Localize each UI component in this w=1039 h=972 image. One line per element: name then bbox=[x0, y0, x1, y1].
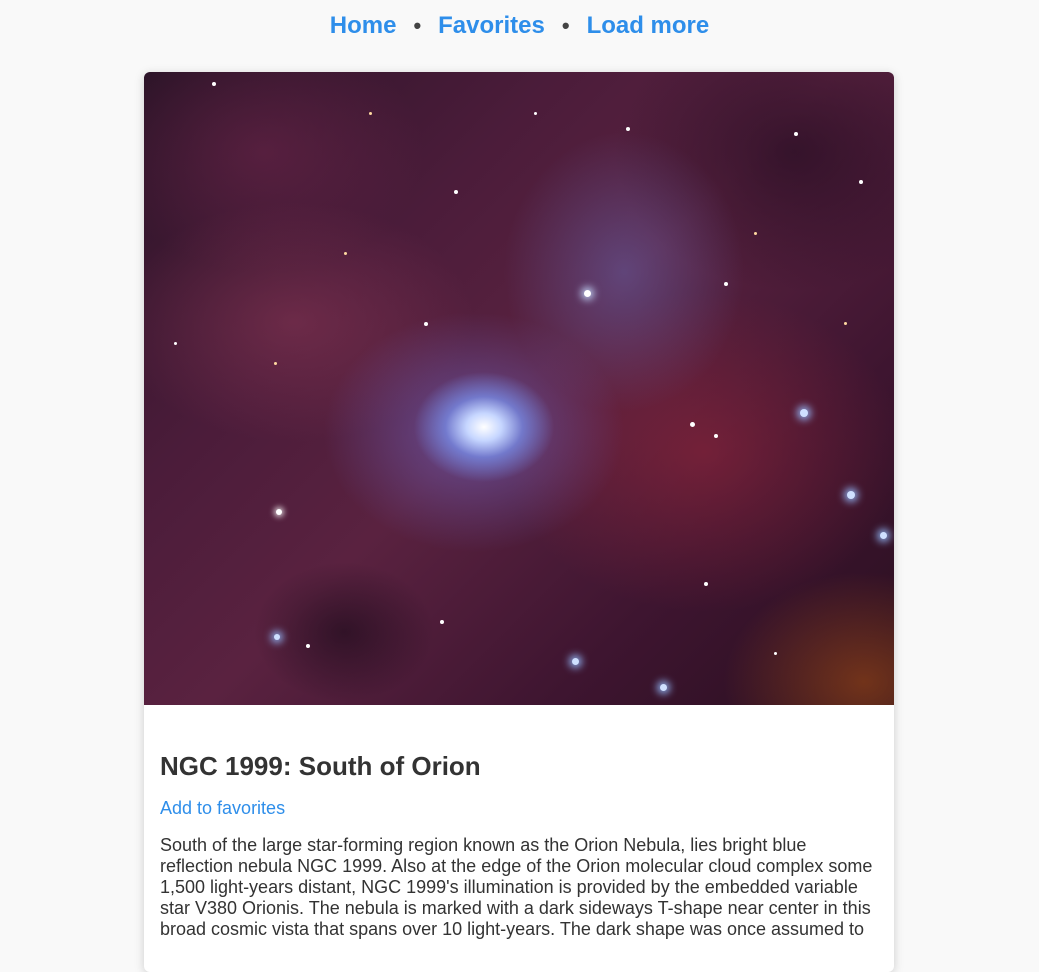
post-description: South of the large star-forming region k… bbox=[160, 835, 873, 939]
nav-load-more-link[interactable]: Load more bbox=[587, 12, 710, 40]
nav-separator: • bbox=[561, 13, 570, 38]
nebula-image bbox=[144, 72, 894, 705]
nav-separator: • bbox=[413, 13, 422, 38]
top-nav: Home • Favorites • Load more bbox=[0, 0, 1039, 52]
nav-home-link[interactable]: Home bbox=[330, 12, 397, 40]
post-title: NGC 1999: South of Orion bbox=[160, 751, 481, 781]
post-card: NGC 1999: South of Orion Add to favorite… bbox=[144, 72, 894, 972]
add-to-favorites-link[interactable]: Add to favorites bbox=[160, 798, 285, 819]
post-content: NGC 1999: South of Orion Add to favorite… bbox=[144, 705, 894, 940]
nav-favorites-link[interactable]: Favorites bbox=[438, 12, 545, 40]
